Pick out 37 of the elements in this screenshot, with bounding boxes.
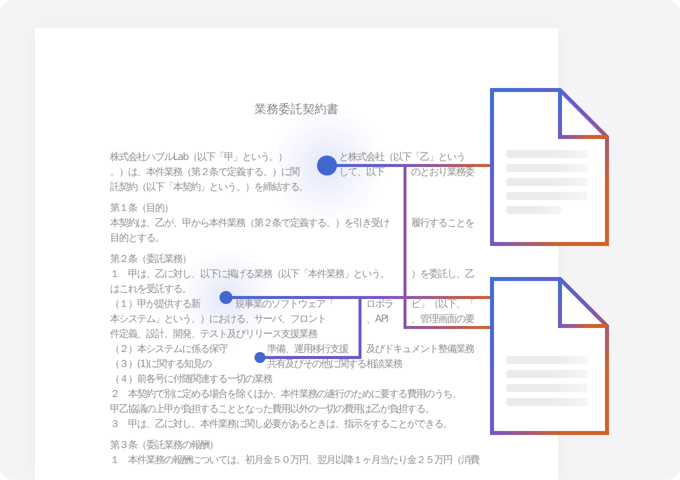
contract-text: 及びドキュメント整備業務 [366,345,474,355]
contract-text: 件定義、設計、開発、テスト及びリリース支援業務 [110,330,317,340]
contract-text: 準備、運用移行支援 [267,345,350,355]
contract-text: （３）(1)に関する知見の [110,360,212,370]
connector-dot [220,291,232,304]
contract-text: 託契約（以下「本契約」という。）を締結する。 [110,183,308,193]
contract-text: ビ」（以下、「 [411,300,474,310]
contract-text: 。）は、本件業務（第２条で定義する。）に関 [110,168,300,178]
contract-text: 共有及びその他に関する相談業務 [267,360,402,370]
contract-text: して、以下 [339,168,386,178]
contract-text: 規事業のソフトウェア「 [235,300,335,310]
contract-text: 第３条（委託業務の報酬） [110,441,218,451]
contract-text: 目的とする。 [110,234,164,244]
contract-text: ロボラ [366,300,394,310]
contract-text: １ 本件業務の報酬については、初月金５０万円、翌月以降１ヶ月当たり金２５万円（消費 [110,456,479,466]
contract-text: 株式会社ハブルLab（以下「甲」という。） [110,153,288,163]
contract-text: （２）本システムに係る保守 [110,345,228,355]
contract-text: （１）甲が提供する新 [110,300,202,310]
connector-dot [254,352,266,363]
connector-dot [317,156,337,176]
contract-text: ）を委託し、乙 [411,270,474,280]
document-title: 業務委託契約書 [254,101,340,117]
contract-text: はこれを受託する。 [110,285,191,295]
contract-text: 履行することを [411,219,474,229]
contract-text: （４）前各号に付随関連する一切の業務 [110,375,272,385]
contract-text: 第１条（目的） [110,204,173,214]
contract-text: ３ 甲は、乙に対し、本件業務に関し必要があるときは、指示をすることができる。 [110,420,452,430]
contract-text: 、管理画面の要 [411,315,474,325]
contract-text: と株式会社（以下「乙」という [339,153,465,163]
contract-text: ２ 本契約で別に定める場合を除くほか、本件業務の遂行のために要する費用のうち、 [110,390,461,400]
contract-text: 本契約は、乙が、甲から本件業務（第２条で定義する。）を引き受け [110,219,390,229]
contract-text: 本システム」という。）における、サーバ、フロント [110,315,327,325]
contract-text: 甲乙協議の上甲が負担することとなった費用以外の一切の費用は乙が負担する。 [110,405,434,415]
contract-text: 第２条（委託業務） [110,255,191,265]
contract-text: １ 甲は、乙に対し、以下に掲げる業務（以下「本件業務」という。 [110,270,390,280]
contract-text: 、API [366,315,389,325]
contract-text: のとおり業務委 [411,168,474,178]
